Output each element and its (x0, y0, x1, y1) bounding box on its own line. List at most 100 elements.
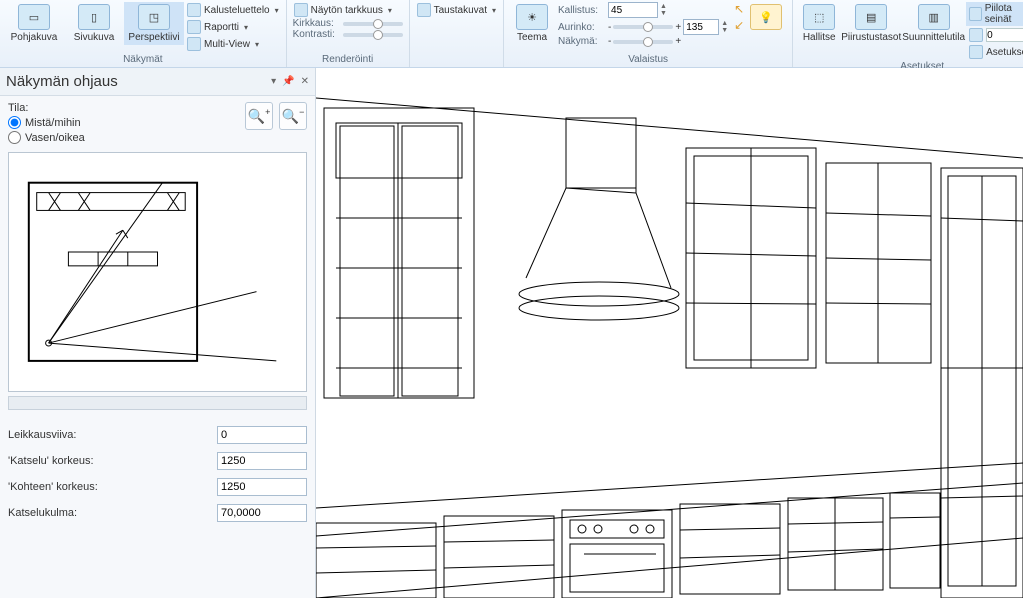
perspective-label: Perspektiivi (128, 32, 179, 43)
design-mode-label: Suunnittelutila (902, 32, 965, 43)
viewangle-input[interactable] (217, 504, 307, 522)
theme-label: Teema (517, 32, 547, 43)
multiview-button[interactable]: Multi-View ▾ (184, 36, 282, 52)
mode-fromto-radio[interactable] (8, 116, 21, 129)
multiview-icon (187, 37, 201, 51)
plan-preview-svg (9, 153, 306, 391)
viewlight-label: Näkymä: (558, 36, 606, 47)
bulb-button[interactable]: 💡 (744, 2, 788, 34)
sun-input[interactable] (683, 19, 719, 35)
ribbon-group-settings: ⬚ Hallitse ▤ Piirustustasot ▥ Suunnittel… (793, 0, 1023, 67)
chevron-down-icon: ▾ (275, 6, 279, 15)
manage-icon: ⬚ (803, 4, 835, 30)
mode-leftright[interactable]: Vasen/oikea (8, 131, 85, 144)
ribbon-group-lighting-label: Valaistus (508, 53, 788, 67)
perspective-viewport[interactable] (316, 68, 1023, 598)
furniture-list-button[interactable]: Kalusteluettelo ▾ (184, 2, 282, 18)
main-area: Näkymän ohjaus ▾ 📌 ✕ Tila: Mistä/mihin V… (0, 68, 1023, 598)
dropdown-icon[interactable]: ▾ (271, 76, 276, 87)
view-control-panel: Näkymän ohjaus ▾ 📌 ✕ Tila: Mistä/mihin V… (0, 68, 316, 598)
plan-view-label: Pohjakuva (11, 32, 58, 43)
brightness-label: Kirkkaus: (293, 18, 341, 29)
report-button[interactable]: Raportti ▾ (184, 19, 282, 35)
viewheight-input[interactable] (217, 452, 307, 470)
ribbon-group-lighting: ☀ Teema Kallistus: ▲▼ Aurinko: -+ ▲▼ Näk… (503, 0, 793, 67)
view-slider[interactable] (613, 40, 673, 44)
design-mode-icon: ▥ (918, 4, 950, 30)
ribbon: ▭ Pohjakuva ▯ Sivukuva ◳ Perspektiivi Ka… (0, 0, 1023, 68)
settings-button[interactable]: Asetukset ▾ (966, 44, 1023, 60)
perspective-button[interactable]: ◳ Perspektiivi (124, 2, 184, 45)
theme-icon: ☀ (516, 4, 548, 30)
sun-spinner[interactable]: ▲▼ (721, 20, 728, 34)
num-input[interactable] (986, 28, 1023, 42)
perspective-icon: ◳ (138, 4, 170, 30)
draw-levels-button[interactable]: ▤ Piirustustasot (841, 2, 901, 45)
hide-walls-label: Piilota seinät (985, 3, 1023, 25)
ribbon-bgimages: Taustakuvat ▾ (410, 0, 503, 67)
accuracy-icon (294, 3, 308, 17)
zoom-in-button[interactable]: 🔍+ (245, 102, 273, 130)
manage-label: Hallitse (803, 32, 836, 43)
spacer (414, 53, 499, 67)
viewangle-label: Katselukulma: (8, 507, 217, 519)
num-field-row (966, 27, 1023, 43)
side-view-button[interactable]: ▯ Sivukuva (64, 2, 124, 45)
sun-slider[interactable] (613, 25, 673, 29)
bulb-icon: 💡 (750, 4, 782, 30)
plan-view-button[interactable]: ▭ Pohjakuva (4, 2, 64, 45)
viewheight-label: 'Katselu' korkeus: (8, 455, 217, 467)
furniture-list-label: Kalusteluettelo (204, 5, 270, 16)
mode-fromto-label: Mistä/mihin (25, 117, 81, 129)
panel-header: Näkymän ohjaus ▾ 📌 ✕ (0, 68, 315, 96)
cutline-input[interactable] (217, 426, 307, 444)
furniture-list-icon (187, 3, 201, 17)
chevron-down-icon: ▾ (492, 6, 496, 15)
cutline-label: Leikkausviiva: (8, 429, 217, 441)
tilt-input[interactable] (608, 2, 658, 18)
arrow-sw-icon[interactable]: ↙ (734, 18, 744, 32)
manage-button[interactable]: ⬚ Hallitse (797, 2, 841, 45)
zoom-out-button[interactable]: 🔍− (279, 102, 307, 130)
mode-fromto[interactable]: Mistä/mihin (8, 116, 85, 129)
side-view-label: Sivukuva (74, 32, 115, 43)
theme-button[interactable]: ☀ Teema (508, 2, 556, 45)
preview-scroll-h[interactable] (8, 396, 307, 410)
settings-label: Asetukset (986, 47, 1023, 58)
accuracy-label: Näytön tarkkuus (311, 5, 383, 16)
design-mode-button[interactable]: ▥ Suunnittelutila (901, 2, 966, 45)
arrow-nw-icon[interactable]: ↖ (734, 2, 744, 16)
num-icon (969, 28, 983, 42)
ribbon-group-render-label: Renderöinti (291, 53, 405, 67)
report-icon (187, 20, 201, 34)
hide-walls-icon (969, 7, 982, 21)
hide-walls-button[interactable]: Piilota seinät ▾ (966, 2, 1023, 26)
mode-label: Tila: (8, 102, 85, 114)
multiview-label: Multi-View (204, 39, 250, 50)
display-accuracy-button[interactable]: Näytön tarkkuus ▾ (291, 2, 395, 18)
side-view-icon: ▯ (78, 4, 110, 30)
plan-view-icon: ▭ (18, 4, 50, 30)
close-icon[interactable]: ✕ (301, 76, 309, 87)
ribbon-group-views-label: Näkymät (4, 53, 282, 67)
report-label: Raportti (204, 22, 239, 33)
tilt-label: Kallistus: (558, 5, 606, 16)
mode-leftright-label: Vasen/oikea (25, 132, 85, 144)
targetheight-label: 'Kohteen' korkeus: (8, 481, 217, 493)
brightness-slider (343, 22, 403, 26)
panel-title: Näkymän ohjaus (6, 73, 118, 90)
targetheight-input[interactable] (217, 478, 307, 496)
tilt-spinner[interactable]: ▲▼ (660, 3, 667, 17)
contrast-slider (343, 33, 403, 37)
plan-preview[interactable] (8, 152, 307, 392)
ribbon-group-views: ▭ Pohjakuva ▯ Sivukuva ◳ Perspektiivi Ka… (0, 0, 287, 67)
chevron-down-icon: ▾ (244, 23, 248, 32)
bgimages-icon (417, 3, 431, 17)
pin-icon[interactable]: 📌 (282, 76, 294, 87)
sun-label: Aurinko: (558, 22, 606, 33)
chevron-down-icon: ▾ (255, 40, 259, 49)
draw-levels-label: Piirustustasot (841, 32, 901, 43)
mode-leftright-radio[interactable] (8, 131, 21, 144)
bgimages-button[interactable]: Taustakuvat ▾ (414, 2, 499, 18)
gear-icon (969, 45, 983, 59)
